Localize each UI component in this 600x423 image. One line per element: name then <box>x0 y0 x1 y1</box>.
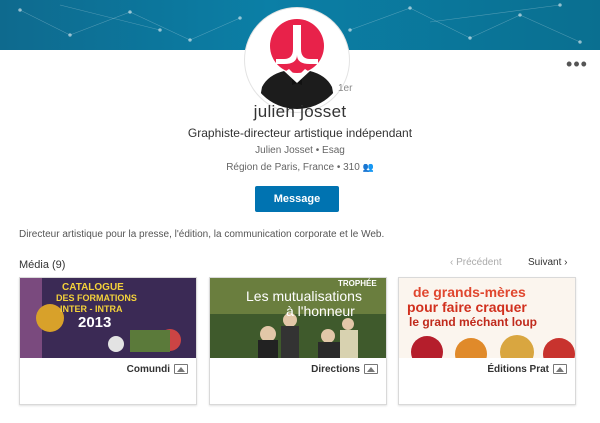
image-icon <box>553 364 567 374</box>
previous-button[interactable]: ‹ Précédent <box>450 257 502 268</box>
media-caption: Éditions Prat <box>487 364 549 375</box>
location-text: Région de Paris, France • 310 <box>226 162 360 173</box>
profile-summary: Directeur artistique pour la presse, l'é… <box>19 229 385 240</box>
more-horizontal-icon: ••• <box>566 54 588 74</box>
more-options-button[interactable]: ••• <box>566 55 588 74</box>
image-icon <box>364 364 378 374</box>
next-button[interactable]: Suivant › <box>528 257 567 268</box>
media-card-editions-prat[interactable]: de grands-mères pour faire craquer le gr… <box>398 277 576 405</box>
media-caption: Directions <box>311 364 360 375</box>
connection-degree: 1er <box>338 83 353 94</box>
thumb-line: TROPHÉE <box>338 279 377 288</box>
media-thumbnail: CATALOGUE DES FORMATIONS INTER - INTRA 2… <box>20 278 196 358</box>
thumb-line: à l'honneur <box>286 303 355 319</box>
message-button[interactable]: Message <box>255 186 339 212</box>
people-icon: 👥 <box>362 162 374 172</box>
avatar[interactable] <box>245 8 349 112</box>
profile-location: Région de Paris, France • 310 👥 <box>0 162 600 173</box>
media-card-directions[interactable]: TROPHÉE Les mutualisations à l'honneur D… <box>209 277 387 405</box>
profile-headline: Graphiste-directeur artistique indépenda… <box>187 126 413 140</box>
media-card-comundi[interactable]: CATALOGUE DES FORMATIONS INTER - INTRA 2… <box>19 277 197 405</box>
thumb-line: de grands-mères <box>413 284 526 300</box>
thumb-line: Les mutualisations <box>246 288 362 304</box>
thumb-line: CATALOGUE <box>62 282 124 293</box>
profile-name: julien josset <box>253 102 347 121</box>
thumb-line: 2013 <box>78 314 112 331</box>
thumb-line: le grand méchant loup <box>409 315 538 329</box>
media-section-title: Média (9) <box>19 259 66 271</box>
media-thumbnail: de grands-mères pour faire craquer le gr… <box>399 278 575 358</box>
image-icon <box>174 364 188 374</box>
media-thumbnail: TROPHÉE Les mutualisations à l'honneur <box>210 278 386 358</box>
thumb-line: pour faire craquer <box>407 299 527 315</box>
thumb-line: DES FORMATIONS <box>56 293 137 303</box>
thumb-line: INTER - INTRA <box>60 304 123 314</box>
media-caption: Comundi <box>126 364 170 375</box>
profile-company[interactable]: Julien Josset • Esag <box>0 145 600 156</box>
